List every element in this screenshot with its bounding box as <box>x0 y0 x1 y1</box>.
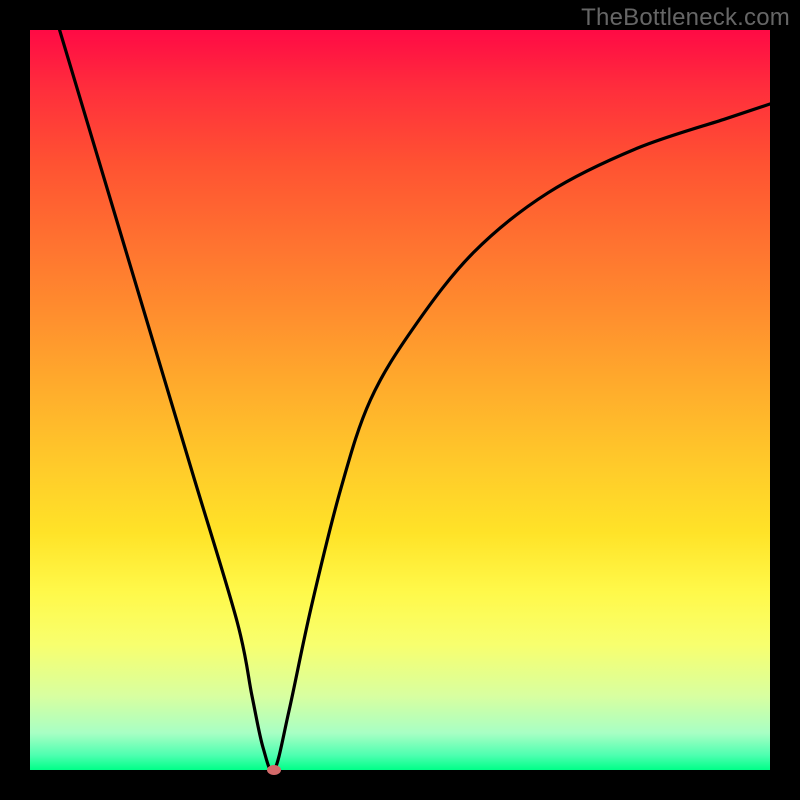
bottleneck-curve <box>30 30 770 770</box>
watermark-text: TheBottleneck.com <box>581 4 790 32</box>
minimum-marker <box>267 765 281 775</box>
chart-frame: TheBottleneck.com <box>0 0 800 800</box>
